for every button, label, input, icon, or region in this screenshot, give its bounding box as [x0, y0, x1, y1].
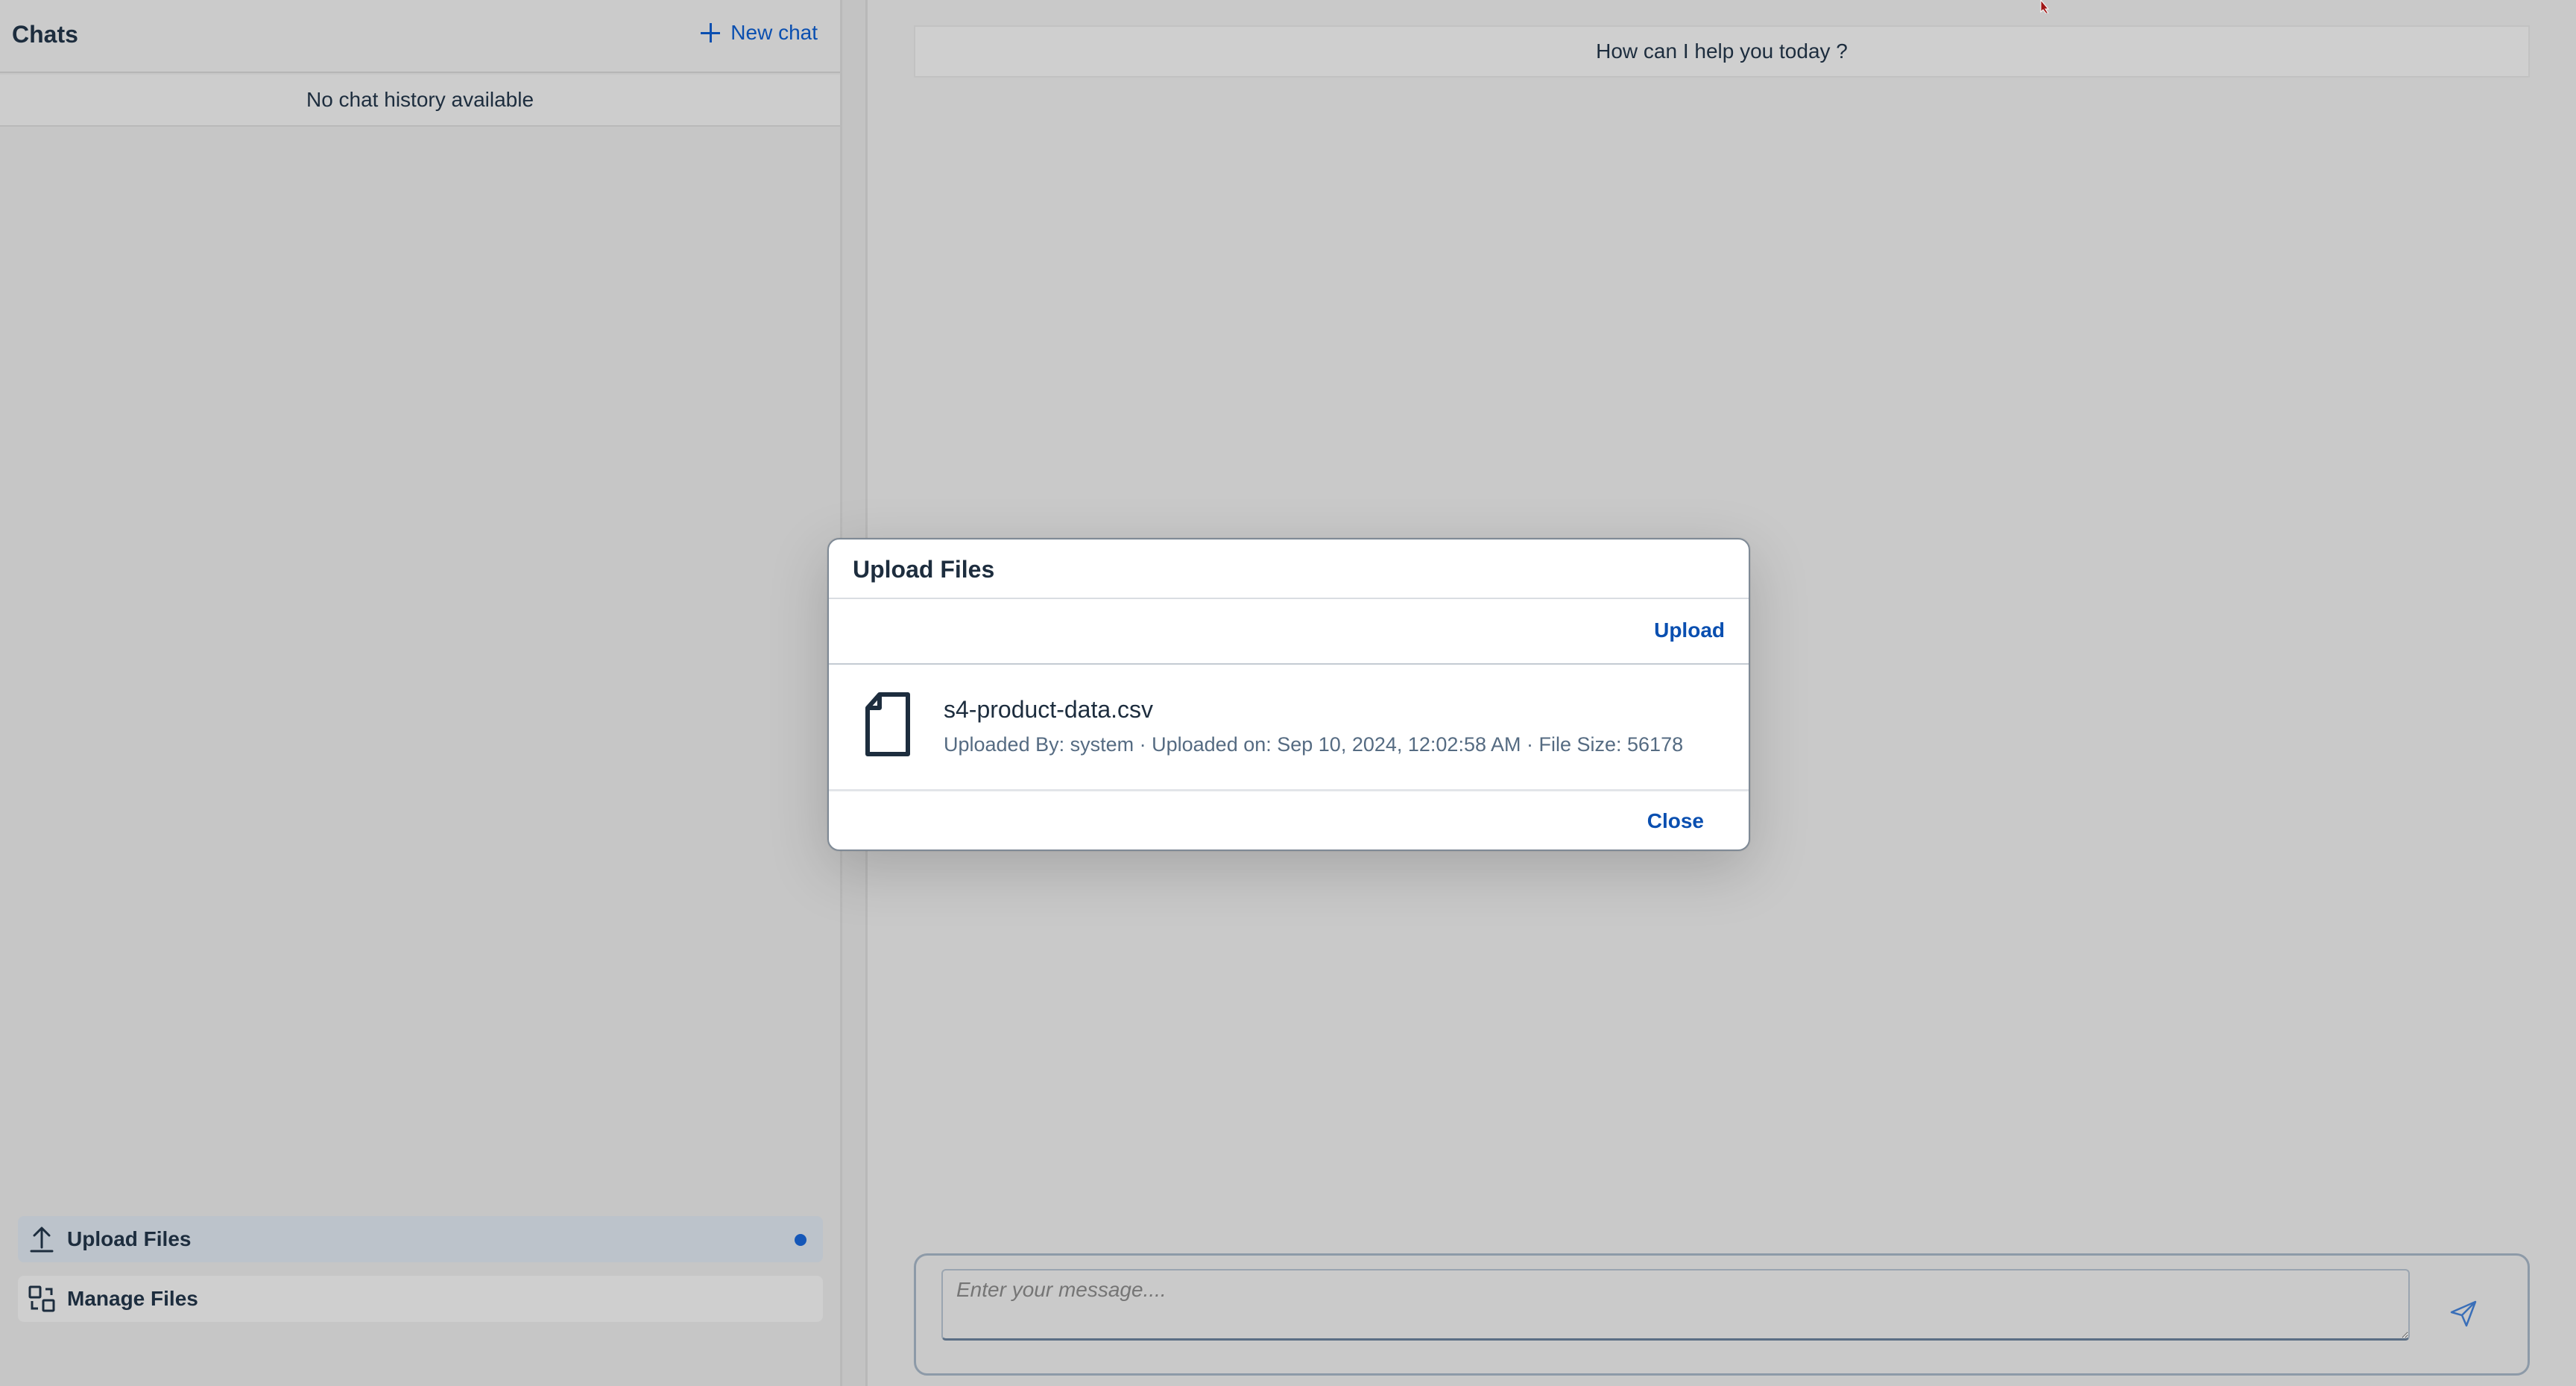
- new-chat-label: New chat: [730, 21, 818, 44]
- file-metadata: Uploaded By: system · Uploaded on: Sep 1…: [944, 733, 1684, 756]
- upload-files-dialog: Upload Files Upload s4-product-data.csv …: [827, 538, 1750, 851]
- sidebar-title: Chats: [12, 21, 78, 48]
- sidebar-item-upload-files[interactable]: Upload Files: [18, 1216, 823, 1262]
- greeting-message: How can I help you today ?: [914, 25, 2530, 77]
- close-button[interactable]: Close: [1647, 809, 1704, 833]
- send-icon: [2450, 1300, 2477, 1327]
- dialog-header: Upload Files: [829, 539, 1749, 599]
- unread-indicator: [795, 1234, 806, 1246]
- send-button[interactable]: [2447, 1297, 2480, 1330]
- sidebar-item-label: Manage Files: [67, 1287, 198, 1310]
- file-name: s4-product-data.csv: [944, 696, 1154, 723]
- mouse-cursor-icon: [2040, 0, 2050, 13]
- message-composer: [914, 1253, 2530, 1376]
- plus-icon: [699, 22, 722, 44]
- upload-icon: [27, 1224, 57, 1254]
- manage-files-icon: [27, 1284, 57, 1314]
- empty-history-message: No chat history available: [0, 75, 840, 127]
- app-window: Chats New chat No chat history available…: [0, 0, 2576, 1386]
- document-icon: [865, 692, 910, 756]
- dialog-title: Upload Files: [853, 556, 995, 583]
- dialog-footer: Close: [829, 793, 1749, 849]
- dialog-toolbar: Upload: [829, 601, 1749, 665]
- upload-button[interactable]: Upload: [1654, 618, 1725, 642]
- message-input[interactable]: [941, 1269, 2410, 1341]
- file-list-item[interactable]: s4-product-data.csv Uploaded By: system …: [829, 666, 1749, 791]
- sidebar-item-manage-files[interactable]: Manage Files: [18, 1276, 823, 1322]
- sidebar-header: Chats New chat: [0, 0, 840, 73]
- sidebar-item-label: Upload Files: [67, 1227, 192, 1250]
- new-chat-button[interactable]: New chat: [699, 21, 818, 45]
- sidebar: Chats New chat No chat history available…: [0, 0, 842, 1386]
